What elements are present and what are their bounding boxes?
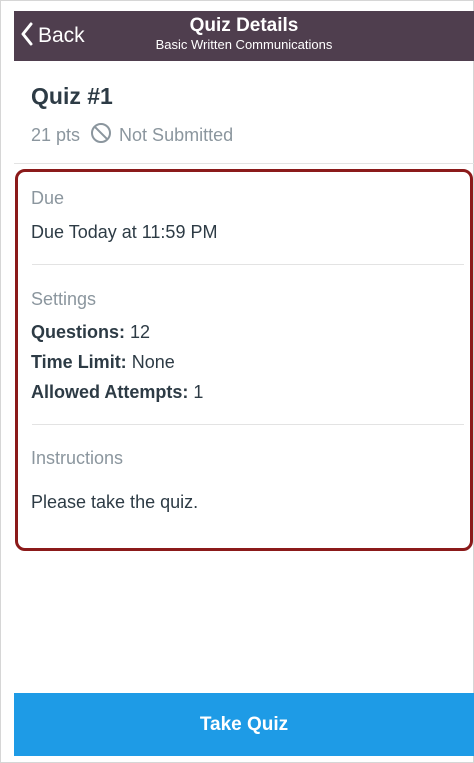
quiz-details-panel: Due Due Today at 11:59 PM Settings Quest…: [15, 169, 473, 551]
due-section-label: Due: [31, 188, 65, 208]
time-limit-label: Time Limit:: [31, 352, 127, 372]
allowed-attempts-row: Allowed Attempts: 1: [31, 382, 203, 403]
points-label: 21 pts: [31, 125, 81, 145]
questions-row: Questions: 12: [31, 322, 150, 343]
instructions-section-label: Instructions: [31, 448, 124, 468]
take-quiz-button[interactable]: Take Quiz: [14, 693, 474, 756]
section-divider: [32, 264, 464, 265]
app-screen: Back Quiz Details Basic Written Communic…: [0, 0, 474, 763]
quiz-title: Quiz #1: [31, 83, 113, 109]
quiz-meta: 21 pts Not Submitted: [31, 122, 233, 149]
submission-status: Not Submitted: [90, 122, 233, 149]
course-subtitle: Basic Written Communications: [155, 37, 333, 52]
navigation-bar: Back Quiz Details Basic Written Communic…: [14, 11, 474, 61]
no-entry-icon: [90, 122, 112, 149]
time-limit-row: Time Limit: None: [31, 352, 175, 373]
instructions-text: Please take the quiz.: [31, 492, 199, 512]
allowed-attempts-label: Allowed Attempts:: [31, 382, 189, 402]
allowed-attempts-value: 1: [193, 382, 204, 402]
header-divider: [14, 163, 474, 164]
questions-label: Questions:: [31, 322, 126, 342]
due-date-text: Due Today at 11:59 PM: [31, 222, 218, 242]
questions-value: 12: [130, 322, 151, 342]
quiz-header: Quiz #1 21 pts Not Submitted: [31, 83, 233, 149]
settings-section-label: Settings: [31, 289, 97, 309]
time-limit-value: None: [131, 352, 175, 372]
page-title: Quiz Details: [189, 15, 299, 36]
navbar-title-group: Quiz Details Basic Written Communication…: [14, 15, 474, 53]
section-divider: [32, 424, 464, 425]
status-label: Not Submitted: [119, 125, 234, 145]
